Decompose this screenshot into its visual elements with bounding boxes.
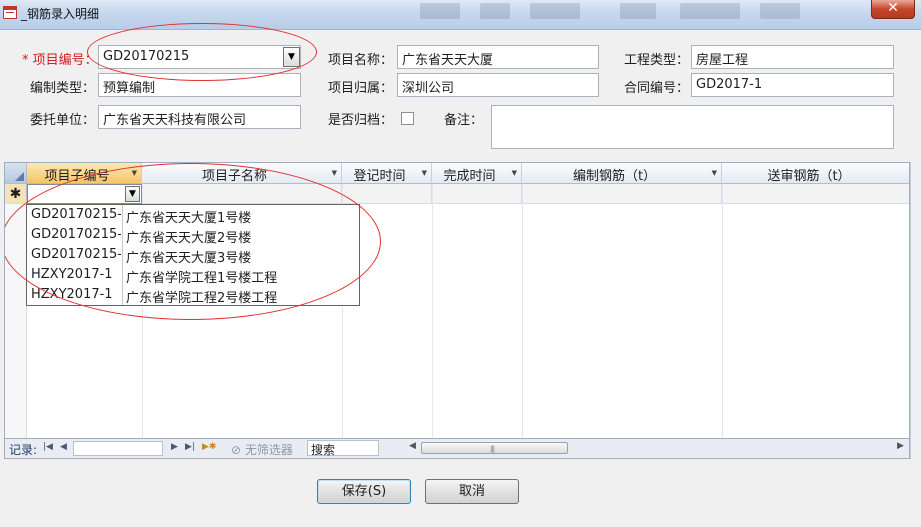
column-divider [432,184,433,438]
header-form: * 项目编号： GD20170215 ▼ 项目名称： 广东省天天大厦 工程类型：… [0,23,921,161]
no-filter-button[interactable]: ⊘ 无筛选器 [231,441,293,458]
window-title: _钢筋录入明细 [21,7,100,21]
last-record-icon[interactable]: ▶| [185,442,195,452]
column-header-label: 项目子编号 [44,169,110,184]
option-name: 广东省学院工程2号楼工程 [126,291,278,306]
close-button[interactable]: ✕ [871,0,915,19]
new-row-cell[interactable] [522,184,722,204]
sub-code-combo-cell[interactable]: ▼ [27,184,142,204]
grip-icon: ||| [490,445,495,453]
column-header-label: 项目子名称 [201,169,267,184]
vertical-scrollbar-strip[interactable] [910,162,921,459]
project-no-dropdown-button[interactable]: ▼ [283,47,300,67]
column-divider [722,184,723,438]
column-header-label: 编制钢筋（t） [572,169,657,184]
scrollbar-thumb[interactable]: ||| [421,442,568,454]
option-code: GD20170215- [31,227,121,242]
filter-icon: ⊘ [231,443,245,457]
search-input[interactable]: 搜索 [307,440,379,457]
dropdown-option[interactable]: GD20170215- 广东省天天大厦1号楼 [27,205,359,226]
prev-record-icon[interactable]: ◀ [60,442,67,452]
column-header-label: 登记时间 [353,169,406,184]
scroll-left-icon[interactable]: ◀ [409,441,416,451]
project-name-label: 项目名称： [328,53,394,68]
save-button[interactable]: 保存(S) [317,479,411,504]
contract-no-label: 合同编号： [624,81,690,96]
current-record-box[interactable] [73,441,163,456]
remarks-label: 备注： [444,113,484,128]
new-record-selector[interactable]: ✱ [5,184,27,204]
record-navigation-bar: 记录: |◀ ◀ ▶ ▶| ▶✱ ⊘ 无筛选器 搜索 ◀ ||| ▶ [4,439,910,459]
belongs-to-field[interactable]: 深圳公司 [397,73,599,97]
select-all-corner[interactable] [5,163,27,184]
prep-type-label: 编制类型： [30,81,96,96]
client-field[interactable]: 广东省天天科技有限公司 [98,105,301,129]
next-record-icon[interactable]: ▶ [171,442,178,452]
dropdown-option[interactable]: GD20170215- 广东省天天大厦3号楼 [27,245,359,266]
project-type-label: 工程类型： [624,53,690,68]
project-name-field[interactable]: 广东省天天大厦 [397,45,599,69]
column-header-label: 送审钢筋（t） [767,169,851,184]
dropdown-option[interactable]: HZXY2017-1 广东省学院工程2号楼工程 [27,285,359,306]
background-taskbar-icons [420,0,860,22]
column-header-sub-code[interactable]: 项目子编号 ▼ [27,163,142,184]
required-asterisk: * [22,53,33,68]
client-label: 委托单位： [30,113,96,128]
prep-type-field[interactable]: 预算编制 [98,73,301,97]
option-code: HZXY2017-1 [31,267,113,282]
option-name: 广东省学院工程1号楼工程 [126,271,278,286]
chevron-down-icon[interactable]: ▼ [422,169,427,177]
belongs-to-label: 项目归属： [328,81,394,96]
option-name: 广东省天天大厦2号楼 [126,231,252,246]
project-type-field[interactable]: 房屋工程 [691,45,894,69]
sub-code-dropdown-button[interactable]: ▼ [125,186,140,202]
datasheet-grid: 项目子编号 ▼ 项目子名称 ▼ 登记时间 ▼ 完成时间 ▼ 编制钢筋（t） ▼ … [4,162,910,439]
column-header-label: 完成时间 [443,169,496,184]
archived-label: 是否归档： [328,113,394,128]
chevron-down-icon: ▼ [129,189,136,199]
new-row-cell[interactable] [342,184,432,204]
option-name: 广东省天天大厦3号楼 [126,251,252,266]
first-record-icon[interactable]: |◀ [43,442,53,452]
chevron-down-icon[interactable]: ▼ [332,169,337,177]
sub-code-dropdown-list: GD20170215- 广东省天天大厦1号楼 GD20170215- 广东省天天… [26,204,360,306]
project-no-combo[interactable]: GD20170215 [98,45,301,69]
project-no-value: GD20170215 [103,49,190,64]
no-filter-label: 无筛选器 [244,443,293,457]
chevron-down-icon[interactable]: ▼ [132,169,137,177]
dropdown-option[interactable]: HZXY2017-1 广东省学院工程1号楼工程 [27,265,359,286]
dropdown-option[interactable]: GD20170215- 广东省天天大厦2号楼 [27,225,359,246]
row-selector-column [5,204,27,438]
column-header-review-rebar[interactable]: 送审钢筋（t） [722,163,909,184]
new-record-icon[interactable]: ▶✱ [202,442,216,452]
option-name: 广东省天天大厦1号楼 [126,211,252,226]
column-header-sub-name[interactable]: 项目子名称 ▼ [142,163,342,184]
chevron-down-icon[interactable]: ▼ [512,169,517,177]
column-header-finish-time[interactable]: 完成时间 ▼ [432,163,522,184]
records-label: 记录: [9,443,38,457]
column-divider [522,184,523,438]
archived-checkbox[interactable] [401,112,414,125]
project-no-label: * 项目编号： [22,53,98,68]
new-row-cell[interactable] [142,184,342,204]
column-header-prep-rebar[interactable]: 编制钢筋（t） ▼ [522,163,722,184]
chevron-down-icon: ▼ [288,52,295,62]
column-header-register-time[interactable]: 登记时间 ▼ [342,163,432,184]
form-app-icon [3,6,17,19]
chevron-down-icon[interactable]: ▼ [712,169,717,177]
title-bar: _钢筋录入明细 ✕ [0,0,921,30]
option-code: GD20170215- [31,247,121,262]
new-row-cell[interactable] [432,184,522,204]
scroll-right-icon[interactable]: ▶ [897,441,904,451]
option-code: GD20170215- [31,207,121,222]
cancel-button[interactable]: 取消 [425,479,519,504]
new-row-cell[interactable] [722,184,909,204]
horizontal-scrollbar[interactable]: ◀ ||| ▶ [407,441,907,456]
remarks-field[interactable] [491,105,894,149]
contract-no-field[interactable]: GD2017-1 [691,73,894,97]
option-code: HZXY2017-1 [31,287,113,302]
